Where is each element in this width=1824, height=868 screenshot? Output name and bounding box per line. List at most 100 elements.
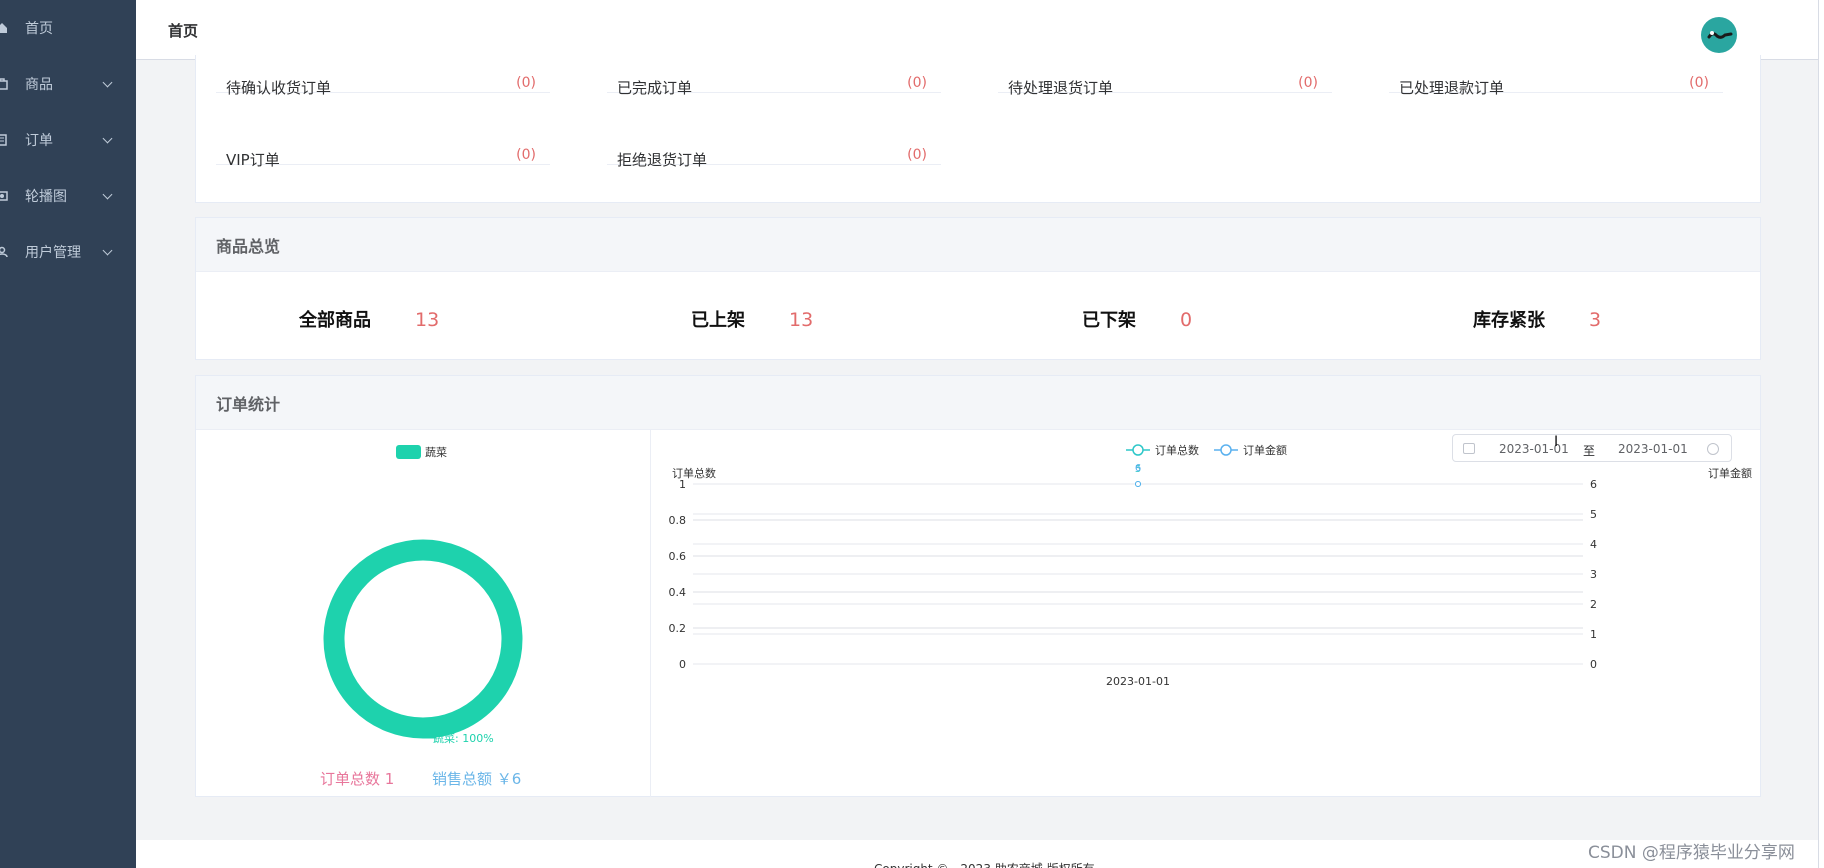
calendar-icon bbox=[1463, 443, 1475, 454]
overview-label: 已下架 bbox=[1082, 310, 1136, 331]
order-status-item[interactable]: 已完成订单 (0) bbox=[607, 55, 941, 97]
avatar[interactable] bbox=[1701, 17, 1737, 53]
y-tick-label-left: 1 bbox=[679, 478, 686, 491]
y-tick-label-right: 6 bbox=[1590, 478, 1597, 491]
order-status-count: (0) bbox=[907, 75, 927, 91]
overview-label: 已上架 bbox=[691, 310, 745, 331]
chevron-down-icon bbox=[102, 77, 113, 87]
order-status-item[interactable]: 拒绝退货订单 (0) bbox=[607, 127, 941, 169]
user-icon bbox=[0, 246, 8, 258]
carousel-icon bbox=[0, 191, 8, 201]
order-status-label: 待确认收货订单 bbox=[226, 79, 332, 97]
y-tick-label-right: 4 bbox=[1590, 538, 1597, 551]
y-tick-label-right: 0 bbox=[1590, 658, 1597, 671]
avatar-image-icon bbox=[1707, 31, 1733, 39]
order-status-label: VIP订单 bbox=[226, 151, 280, 169]
overview-label: 全部商品 bbox=[299, 310, 371, 331]
order-status-item[interactable]: 待确认收货订单 (0) bbox=[216, 55, 550, 97]
overview-item: 已下架 0 bbox=[1082, 306, 1192, 332]
top-navbar: 首页 bbox=[136, 0, 1824, 60]
watermark: CSDN @程序猿毕业分享网 bbox=[1588, 843, 1795, 863]
goods-icon bbox=[0, 78, 8, 90]
sidebar-item-label: 商品 bbox=[25, 77, 53, 93]
sidebar: 首页 商品 订单 轮播图 用户管理 bbox=[0, 0, 136, 868]
pie-chart-panel: 蔬菜 蔬菜: 100% 订单总数 1 销售总额 ￥6 bbox=[196, 430, 651, 797]
order-status-count: (0) bbox=[1298, 75, 1318, 91]
chevron-down-icon bbox=[102, 245, 113, 255]
order-status-item[interactable]: 待处理退货订单 (0) bbox=[998, 55, 1332, 97]
sidebar-item-label: 轮播图 bbox=[25, 189, 67, 205]
sidebar-item-orders[interactable]: 订单 bbox=[0, 112, 136, 168]
order-icon bbox=[0, 134, 7, 146]
end-date-input[interactable]: 2023-01-01 bbox=[1618, 442, 1688, 456]
pie-slice-label: 蔬菜: 100% bbox=[433, 732, 494, 745]
order-status-label: 待处理退货订单 bbox=[1008, 79, 1114, 97]
overview-value: 13 bbox=[789, 309, 814, 331]
clear-icon[interactable] bbox=[1707, 443, 1719, 455]
sidebar-item-users[interactable]: 用户管理 bbox=[0, 224, 136, 280]
text-cursor-icon: I bbox=[1554, 434, 1559, 450]
sidebar-item-home[interactable]: 首页 bbox=[0, 0, 136, 56]
order-status-count: (0) bbox=[1689, 75, 1709, 91]
overview-value: 13 bbox=[415, 309, 440, 331]
order-status-label: 已处理退款订单 bbox=[1399, 79, 1505, 97]
pie-chart: 蔬菜: 100% bbox=[323, 539, 523, 745]
order-status-item[interactable]: VIP订单 (0) bbox=[216, 127, 550, 169]
overview-value: 0 bbox=[1180, 309, 1193, 331]
order-status-count: (0) bbox=[516, 75, 536, 91]
overview-item: 库存紧张 3 bbox=[1473, 306, 1601, 332]
sidebar-item-label: 订单 bbox=[25, 133, 53, 149]
copyright-text: Copyright © - 2023 助农商城 版权所有 bbox=[874, 860, 1095, 868]
y-tick-label-left: 0.4 bbox=[669, 586, 687, 599]
legend-label: 订单金额 bbox=[1243, 443, 1287, 457]
start-date-input[interactable]: 2023-01-01 bbox=[1499, 442, 1569, 456]
line-chart: 订单总数 订单金额 订单总数 订单金额 0 0.2 0.4 0.6 0.8 1 0 1 2 3 4… bbox=[669, 443, 1753, 688]
chevron-down-icon bbox=[102, 133, 113, 143]
y-tick-label-left: 0 bbox=[679, 658, 686, 671]
home-icon bbox=[0, 23, 7, 33]
y-tick-label-left: 0.2 bbox=[669, 622, 687, 635]
x-tick-label: 2023-01-01 bbox=[1106, 675, 1170, 688]
order-status-label: 已完成订单 bbox=[617, 79, 693, 97]
overview-item: 全部商品 13 bbox=[299, 306, 439, 332]
pie-slice[interactable] bbox=[323, 539, 523, 739]
date-range-picker[interactable]: 2023-01-01 至 2023-01-01 bbox=[1452, 434, 1732, 462]
goods-overview-card: 商品总览 全部商品 13 已上架 13 已下架 0 库存紧张 3 bbox=[195, 217, 1761, 360]
order-status-item[interactable]: 已处理退款订单 (0) bbox=[1389, 55, 1723, 97]
legend-marker bbox=[1220, 444, 1232, 456]
date-range-separator: 至 bbox=[1583, 444, 1596, 458]
y-axis-right-title: 订单金额 bbox=[1708, 466, 1752, 480]
overview-value: 3 bbox=[1589, 309, 1602, 331]
order-status-count: (0) bbox=[907, 147, 927, 163]
total-orders-summary: 订单总数 1 bbox=[320, 770, 395, 788]
y-tick-label-left: 0.6 bbox=[669, 550, 687, 563]
card-title: 订单统计 bbox=[196, 376, 1760, 430]
data-point[interactable] bbox=[1135, 481, 1141, 487]
y-tick-label-right: 1 bbox=[1590, 628, 1597, 641]
overview-item: 已上架 13 bbox=[691, 306, 813, 332]
order-status-count: (0) bbox=[516, 147, 536, 163]
card-title: 商品总览 bbox=[196, 218, 1760, 272]
scrollbar-track[interactable] bbox=[1818, 0, 1824, 868]
y-tick-label-right: 2 bbox=[1590, 598, 1597, 611]
line-legend[interactable]: 订单总数 订单金额 bbox=[1126, 443, 1287, 457]
footer: Copyright © - 2023 助农商城 版权所有 bbox=[136, 840, 1818, 868]
sidebar-item-goods[interactable]: 商品 bbox=[0, 56, 136, 112]
sidebar-item-carousel[interactable]: 轮播图 bbox=[0, 168, 136, 224]
legend-marker bbox=[1132, 444, 1144, 456]
y-tick-label-left: 0.8 bbox=[669, 514, 687, 527]
data-label: 6 bbox=[1135, 463, 1141, 474]
sidebar-item-label: 用户管理 bbox=[25, 245, 81, 261]
breadcrumb[interactable]: 首页 bbox=[168, 20, 198, 41]
y-tick-label-right: 3 bbox=[1590, 568, 1597, 581]
order-stats-card: 订单统计 蔬菜 蔬菜: 100% 订单总数 1 销售总额 ￥6 订单总数 订单金… bbox=[195, 375, 1761, 797]
chevron-down-icon bbox=[102, 189, 113, 199]
y-tick-label-right: 5 bbox=[1590, 508, 1597, 521]
legend-label: 订单总数 bbox=[1155, 443, 1199, 457]
line-chart-panel: 订单总数 订单金额 订单总数 订单金额 0 0.2 0.4 0.6 0.8 1 0 1 2 3 4… bbox=[652, 430, 1760, 797]
order-status-card: 待确认收货订单 (0) 已完成订单 (0) 待处理退货订单 (0) 已处理退款订… bbox=[195, 55, 1761, 203]
order-status-label: 拒绝退货订单 bbox=[617, 151, 708, 169]
total-sales-summary: 销售总额 ￥6 bbox=[432, 770, 522, 788]
sidebar-item-label: 首页 bbox=[25, 21, 53, 37]
overview-label: 库存紧张 bbox=[1473, 310, 1545, 331]
